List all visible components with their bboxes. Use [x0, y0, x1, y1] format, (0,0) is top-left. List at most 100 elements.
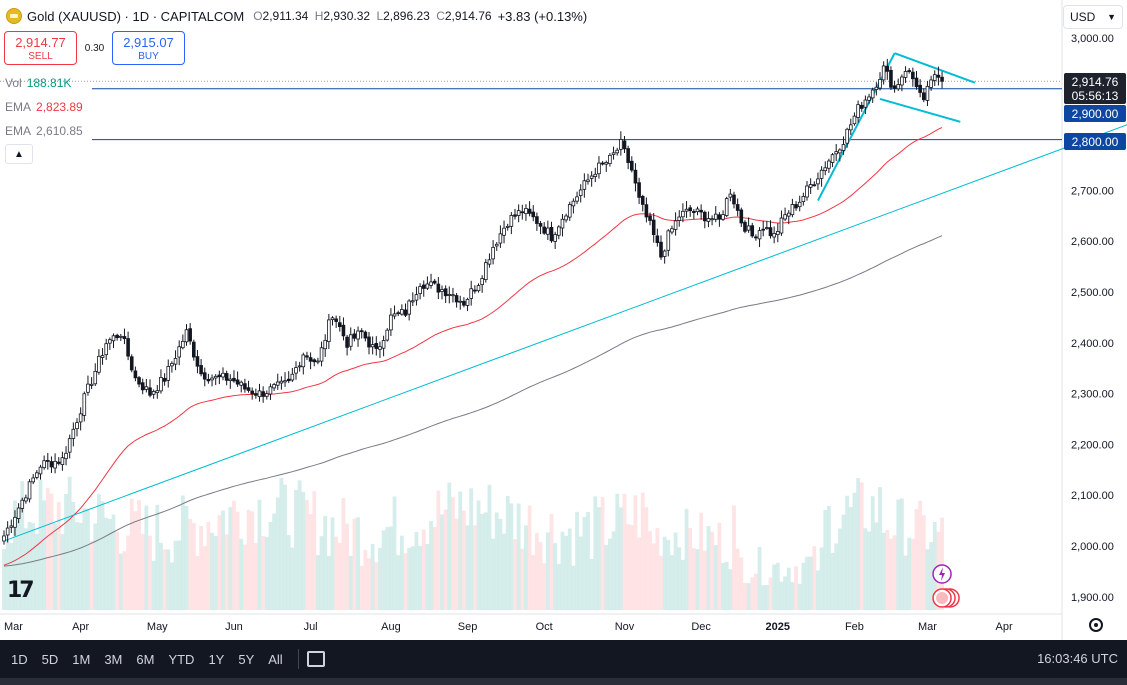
candle-body [487, 259, 492, 265]
sell-button[interactable]: 2,914.77 SELL [4, 31, 77, 65]
candle-body [177, 346, 182, 358]
candle [184, 324, 189, 346]
candle-body [86, 383, 90, 393]
range-1m[interactable]: 1M [65, 646, 97, 672]
candle [319, 341, 324, 367]
candle-body [381, 340, 386, 349]
range-1d[interactable]: 1D [4, 646, 35, 672]
candle [735, 198, 740, 217]
candle-body [688, 207, 692, 212]
range-ytd[interactable]: YTD [161, 646, 201, 672]
volume-bar [779, 581, 784, 610]
volume-bar [414, 532, 419, 610]
candle [188, 323, 192, 345]
collapse-legend-button[interactable]: ▲ [5, 144, 33, 164]
gear-icon[interactable] [1089, 618, 1103, 632]
candle [104, 338, 109, 361]
volume-legend[interactable]: Vol 188.81K [5, 76, 71, 90]
range-1y[interactable]: 1Y [201, 646, 231, 672]
symbol-title[interactable]: Gold (XAUUSD) · 1D · CAPITALCOM [27, 9, 244, 24]
candle [630, 156, 634, 173]
candle [115, 333, 119, 341]
candle-body [421, 284, 426, 289]
volume-bar [472, 525, 477, 610]
volume-bar [367, 558, 371, 610]
candle-body [604, 162, 609, 165]
tradingview-logo-icon[interactable]: 17 [7, 578, 35, 603]
candle-body [319, 347, 324, 362]
ema-fast-legend[interactable]: EMA 2,823.89 [5, 100, 83, 114]
candle [308, 352, 313, 370]
candle [279, 376, 284, 390]
volume-bar [425, 544, 430, 610]
calendar-icon[interactable] [306, 651, 325, 667]
range-6m[interactable]: 6M [129, 646, 161, 672]
range-all[interactable]: All [261, 646, 289, 672]
candle [42, 455, 46, 470]
candle-body [630, 160, 634, 171]
candle-body [776, 231, 780, 236]
candle [692, 209, 696, 220]
candle-body [312, 359, 317, 363]
volume-bar [538, 542, 543, 610]
candle [491, 240, 495, 265]
volume-bar [418, 545, 422, 610]
volume-bar [681, 559, 685, 610]
candle [213, 374, 218, 386]
candle [673, 212, 678, 236]
volume-bar [761, 585, 766, 610]
volume-bar [786, 567, 791, 610]
volume-bar [250, 511, 255, 610]
candle-body [283, 380, 287, 383]
candle [86, 375, 90, 396]
candle-body [454, 295, 459, 303]
volume-bar [93, 523, 98, 610]
volume-bar [578, 536, 583, 610]
range-3m[interactable]: 3M [97, 646, 129, 672]
candle [119, 333, 123, 341]
candle-body [578, 189, 583, 196]
candle-body [498, 233, 503, 244]
volume-bar [2, 548, 6, 610]
symbol-header: Gold (XAUUSD) · 1D · CAPITALCOM O2,911.3… [6, 8, 587, 24]
range-5y[interactable]: 5Y [231, 646, 261, 672]
candle [410, 292, 415, 307]
candle-body [345, 336, 349, 348]
level-tag-2900[interactable]: 2,900.00 [1064, 105, 1126, 122]
volume-bar [629, 525, 634, 610]
candle [779, 210, 784, 236]
buy-button[interactable]: 2,915.07 BUY [112, 31, 185, 65]
candle-body [677, 216, 682, 221]
level-tag-2800[interactable]: 2,800.00 [1064, 133, 1126, 150]
currency-select[interactable]: USD ▼ [1063, 5, 1123, 29]
ema-slow-legend[interactable]: EMA 2,610.85 [5, 124, 83, 138]
candle [622, 136, 627, 153]
candle [111, 333, 116, 349]
volume-bar [53, 523, 57, 610]
candle-body [772, 233, 776, 238]
candle [232, 370, 236, 383]
volume-bar [374, 562, 379, 610]
utc-clock[interactable]: 16:03:46 UTC [1037, 651, 1118, 666]
range-5d[interactable]: 5D [35, 646, 66, 672]
candle-body [874, 86, 879, 90]
candle-body [392, 313, 397, 317]
price-chart[interactable]: 3,000.00 2,900.00 2,800.00 2,700.00 2,600.00… [0, 0, 1127, 640]
candle-body [137, 377, 141, 385]
candle [640, 194, 645, 212]
candle-body [483, 262, 488, 280]
candle [794, 201, 798, 211]
candle [27, 479, 32, 503]
candle [546, 220, 550, 240]
candle [56, 457, 61, 466]
volume-bar [148, 535, 152, 610]
candle-body [82, 393, 87, 416]
candle-body [549, 227, 554, 242]
candle-body [516, 210, 521, 216]
candle-body [761, 228, 765, 231]
candle [480, 275, 484, 293]
candle-body [151, 391, 156, 395]
volume-bar [49, 493, 54, 610]
candle-body [765, 227, 769, 229]
candle-body [637, 182, 641, 198]
